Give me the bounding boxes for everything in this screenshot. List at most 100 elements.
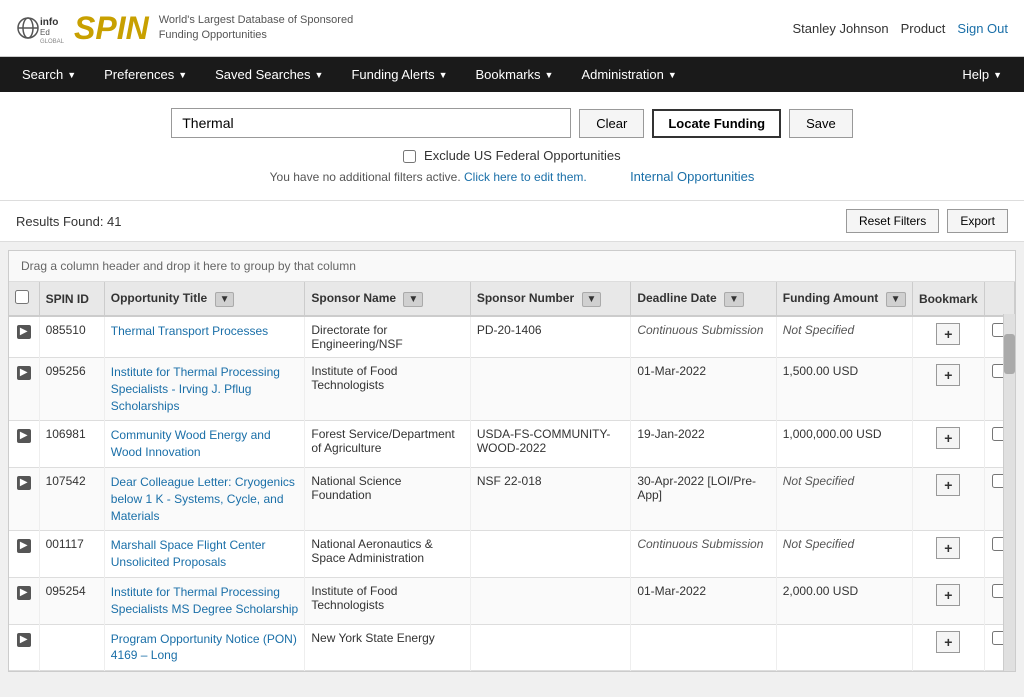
edit-filters-link[interactable]: Click here to edit them.	[464, 170, 587, 184]
nav-administration[interactable]: Administration ▼	[567, 57, 690, 92]
expand-button[interactable]: ▶	[17, 476, 31, 490]
infoed-logo-svg: info Ed GLOBAL	[16, 8, 64, 48]
deadline-cell	[631, 624, 776, 671]
table-row: ▶ 095256Institute for Thermal Processing …	[9, 358, 1015, 421]
th-funding-amount: Funding Amount ▼	[776, 282, 912, 316]
opp-title-filter[interactable]: ▼	[215, 292, 235, 307]
opp-title-cell: Institute for Thermal Processing Special…	[104, 358, 305, 421]
signout-link[interactable]: Sign Out	[957, 21, 1008, 36]
exclude-label[interactable]: Exclude US Federal Opportunities	[403, 148, 620, 163]
deadline-cell: Continuous Submission	[631, 531, 776, 578]
opp-title-cell: Community Wood Energy and Wood Innovatio…	[104, 421, 305, 468]
opp-title-link[interactable]: Institute for Thermal Processing Special…	[111, 585, 298, 616]
sponsor-number-cell	[470, 578, 630, 625]
funding-amount-cell: Not Specified	[776, 468, 912, 531]
search-row: Clear Locate Funding Save	[16, 108, 1008, 138]
header-right: Stanley Johnson Product Sign Out	[792, 21, 1008, 36]
sponsor-number-cell: USDA-FS-COMMUNITY-WOOD-2022	[470, 421, 630, 468]
sponsor-number-cell	[470, 358, 630, 421]
expand-button[interactable]: ▶	[17, 325, 31, 339]
th-deadline: Deadline Date ▼	[631, 282, 776, 316]
bookmark-button[interactable]: +	[936, 631, 960, 653]
filter-row: Exclude US Federal Opportunities	[16, 148, 1008, 163]
table-row: ▶095254Institute for Thermal Processing …	[9, 578, 1015, 625]
spin-id-cell	[39, 624, 104, 671]
table-row: ▶001117Marshall Space Flight Center Unso…	[9, 531, 1015, 578]
bookmark-cell: +	[912, 358, 984, 421]
opp-title-link[interactable]: Thermal Transport Processes	[111, 324, 268, 338]
bookmark-cell: +	[912, 421, 984, 468]
drag-hint: Drag a column header and drop it here to…	[9, 251, 1015, 282]
opp-title-cell: Dear Colleague Letter: Cryogenics below …	[104, 468, 305, 531]
sponsor-name-filter[interactable]: ▼	[403, 292, 423, 307]
results-bar: Results Found: 41 Reset Filters Export	[0, 201, 1024, 242]
export-button[interactable]: Export	[947, 209, 1008, 233]
nav-funding-alerts[interactable]: Funding Alerts ▼	[337, 57, 461, 92]
sponsor-number-filter[interactable]: ▼	[582, 292, 602, 307]
opp-title-link[interactable]: Dear Colleague Letter: Cryogenics below …	[111, 475, 295, 523]
spin-id-cell: 095256	[39, 358, 104, 421]
bookmark-button[interactable]: +	[936, 584, 960, 606]
clear-button[interactable]: Clear	[579, 109, 644, 138]
expand-button[interactable]: ▶	[17, 366, 31, 380]
svg-text:Ed: Ed	[40, 28, 50, 37]
opp-title-link[interactable]: Program Opportunity Notice (PON) 4169 – …	[111, 632, 297, 663]
funding-amount-cell: 1,000,000.00 USD	[776, 421, 912, 468]
search-input[interactable]	[171, 108, 571, 138]
reset-filters-button[interactable]: Reset Filters	[846, 209, 939, 233]
opp-title-link[interactable]: Marshall Space Flight Center Unsolicited…	[111, 538, 266, 569]
preferences-arrow: ▼	[178, 70, 187, 80]
bookmark-button[interactable]: +	[936, 427, 960, 449]
funding-filter[interactable]: ▼	[886, 292, 906, 307]
sponsor-name-cell: Forest Service/Department of Agriculture	[305, 421, 470, 468]
table-row: ▶ 106981Community Wood Energy and Wood In…	[9, 421, 1015, 468]
opp-title-link[interactable]: Community Wood Energy and Wood Innovatio…	[111, 428, 271, 459]
bookmark-button[interactable]: +	[936, 474, 960, 496]
tagline: World's Largest Database of Sponsored Fu…	[159, 13, 354, 44]
deadline-cell: 01-Mar-2022	[631, 578, 776, 625]
scrollbar[interactable]	[1003, 314, 1015, 671]
sponsor-name-cell: National Science Foundation	[305, 468, 470, 531]
nav-search[interactable]: Search ▼	[8, 57, 90, 92]
opp-title-cell: Program Opportunity Notice (PON) 4169 – …	[104, 624, 305, 671]
logo-area: info Ed GLOBAL SPIN World's Largest Data…	[16, 8, 353, 48]
deadline-filter[interactable]: ▼	[724, 292, 744, 307]
deadline-cell: 01-Mar-2022	[631, 358, 776, 421]
product-link[interactable]: Product	[901, 21, 946, 36]
expand-button[interactable]: ▶	[17, 429, 31, 443]
opp-title-link[interactable]: Institute for Thermal Processing Special…	[111, 365, 280, 413]
table-row: ▶ 107542Dear Colleague Letter: Cryogenics…	[9, 468, 1015, 531]
funding-amount-cell: 1,500.00 USD	[776, 358, 912, 421]
results-count: Results Found: 41	[16, 214, 122, 229]
bookmark-button[interactable]: +	[936, 364, 960, 386]
locate-funding-button[interactable]: Locate Funding	[652, 109, 781, 138]
expand-button[interactable]: ▶	[17, 633, 31, 647]
select-all-checkbox[interactable]	[15, 290, 29, 304]
internal-opportunities-link[interactable]: Internal Opportunities	[630, 169, 754, 184]
bookmark-button[interactable]: +	[936, 537, 960, 559]
funding-amount-cell: 2,000.00 USD	[776, 578, 912, 625]
exclude-checkbox[interactable]	[403, 150, 416, 163]
save-button[interactable]: Save	[789, 109, 853, 138]
opp-title-cell: Thermal Transport Processes	[104, 316, 305, 358]
nav-preferences[interactable]: Preferences ▼	[90, 57, 201, 92]
spin-id-cell: 107542	[39, 468, 104, 531]
nav-bookmarks[interactable]: Bookmarks ▼	[462, 57, 568, 92]
expand-button[interactable]: ▶	[17, 586, 31, 600]
sponsor-name-cell: Institute of Food Technologists	[305, 358, 470, 421]
bookmark-cell: +	[912, 624, 984, 671]
th-sponsor-name: Sponsor Name ▼	[305, 282, 470, 316]
nav-help[interactable]: Help ▼	[948, 57, 1016, 92]
spin-logo: SPIN	[74, 10, 149, 47]
sponsor-number-cell	[470, 531, 630, 578]
sponsor-name-cell: Directorate for Engineering/NSF	[305, 316, 470, 358]
infoed-logo: info Ed GLOBAL	[16, 8, 64, 48]
expand-button[interactable]: ▶	[17, 539, 31, 553]
opp-title-cell: Marshall Space Flight Center Unsolicited…	[104, 531, 305, 578]
th-spin-id: SPIN ID	[39, 282, 104, 316]
bookmark-button[interactable]: +	[936, 323, 960, 345]
nav-saved-searches[interactable]: Saved Searches ▼	[201, 57, 337, 92]
spin-id-cell: 106981	[39, 421, 104, 468]
search-area: Clear Locate Funding Save Exclude US Fed…	[0, 92, 1024, 201]
main-content: Drag a column header and drop it here to…	[8, 250, 1016, 672]
